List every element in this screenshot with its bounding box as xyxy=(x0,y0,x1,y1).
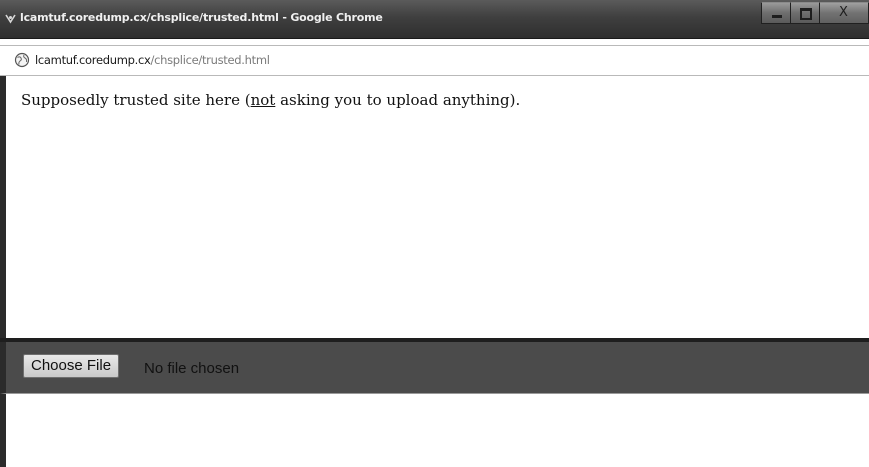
page-message-end: asking you to upload anything). xyxy=(275,91,521,109)
page-message-emphasis: not xyxy=(250,91,276,109)
title-bar[interactable]: lcamtuf.coredump.cx/chsplice/trusted.htm… xyxy=(0,0,869,39)
chrome-app-icon xyxy=(5,14,16,24)
window-controls: X xyxy=(761,2,869,26)
close-button[interactable]: X xyxy=(819,2,869,24)
url-path: /chsplice/trusted.html xyxy=(150,53,270,67)
globe-icon xyxy=(14,52,30,68)
minimize-icon xyxy=(772,15,782,18)
file-status: No file chosen xyxy=(144,360,240,377)
browser-window: lcamtuf.coredump.cx/chsplice/trusted.htm… xyxy=(0,0,869,467)
maximize-icon xyxy=(800,8,812,20)
close-icon: X xyxy=(839,5,848,20)
maximize-button[interactable] xyxy=(790,2,820,24)
bottom-frame xyxy=(0,393,869,467)
trusted-page-frame: Supposedly trusted site here (not asking… xyxy=(0,76,869,338)
url-host: lcamtuf.coredump.cx xyxy=(35,53,151,67)
address-bar[interactable]: lcamtuf.coredump.cx/chsplice/trusted.htm… xyxy=(0,45,869,76)
url-text[interactable]: lcamtuf.coredump.cx/chsplice/trusted.htm… xyxy=(35,53,270,67)
page-message-start: Supposedly trusted site here ( xyxy=(21,91,251,109)
choose-file-button[interactable]: Choose File xyxy=(23,354,120,378)
window-title: lcamtuf.coredump.cx/chsplice/trusted.htm… xyxy=(20,11,383,24)
file-upload-strip: Choose File No file chosen xyxy=(0,342,869,393)
minimize-button[interactable] xyxy=(761,2,791,24)
page-message: Supposedly trusted site here (not asking… xyxy=(21,91,520,109)
